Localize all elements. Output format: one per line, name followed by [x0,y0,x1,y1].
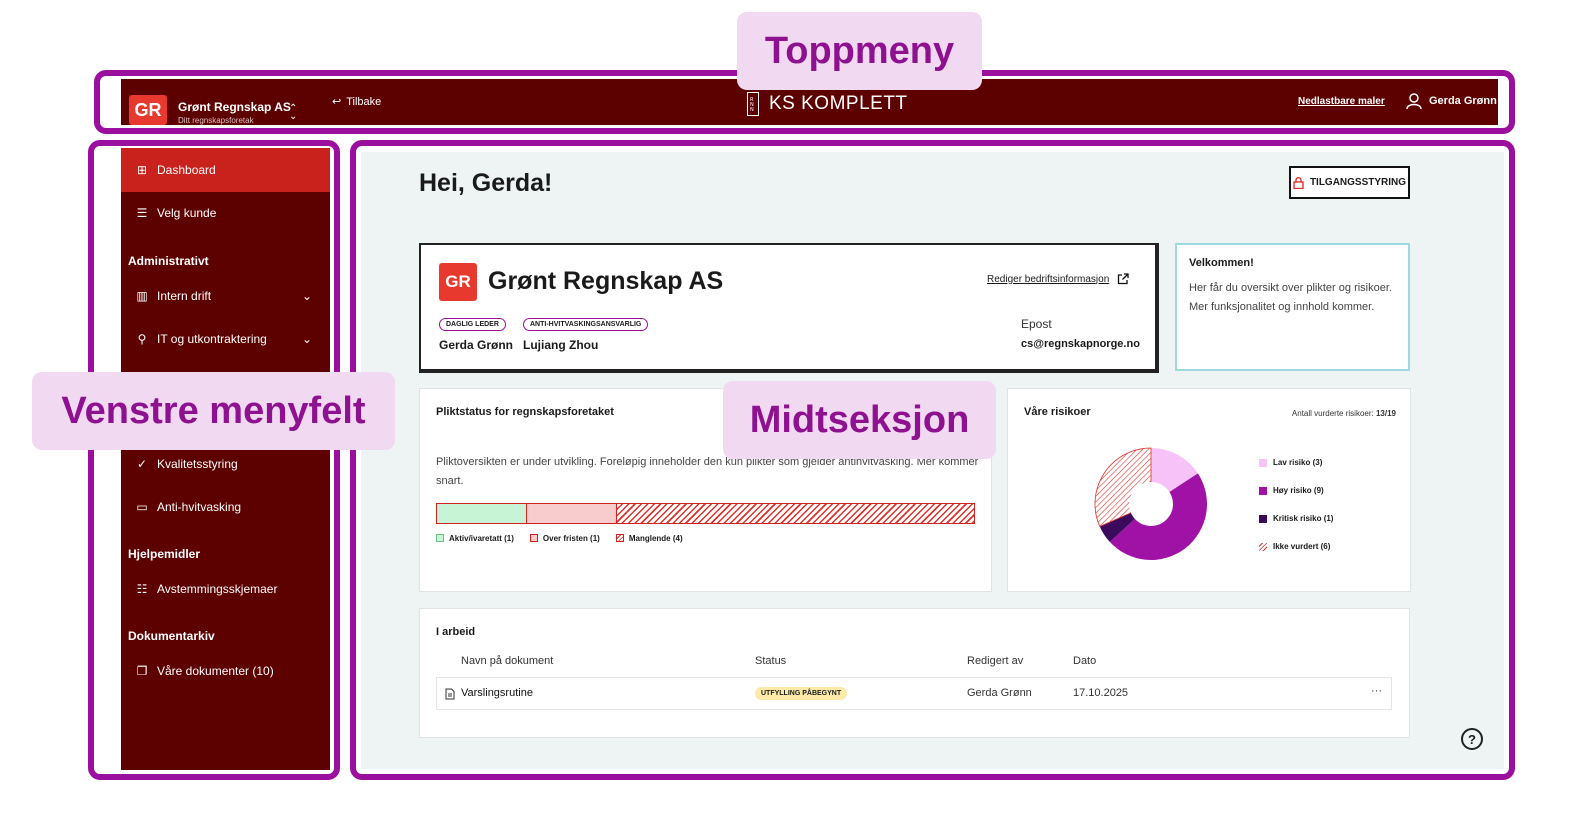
table-row[interactable]: Varslingsrutine UTFYLLING PÅBEGYNT Gerda… [436,677,1392,710]
legend-missing: Manglende (4) [615,534,683,543]
legend-critical-risk: Kritisk risiko (1) [1259,514,1333,523]
main-content: Hei, Gerda! TILGANGSSTYRING GR Grønt Reg… [361,152,1504,769]
callout-left-menu: Venstre menyfelt [32,372,395,450]
sidebar-item-label: Våre dokumenter (10) [157,664,274,678]
app-logo[interactable]: RNN KS KOMPLETT [747,92,908,116]
access-control-button[interactable]: TILGANGSSTYRING [1289,166,1410,199]
chevron-down-icon: ⌄ [301,289,312,303]
in-progress-card: I arbeid Navn på dokument Status Rediger… [419,608,1410,738]
chevron-up-down-icon[interactable]: ⌃ ⌄ [289,104,297,122]
checklist-icon: ☷ [136,582,148,596]
sidebar-item-reconciliation[interactable]: ☷ Avstemmingsskjemaer [121,567,330,611]
sidebar-item-dashboard[interactable]: ⊞ Dashboard [121,148,330,192]
banknote-icon: ▭ [136,500,148,514]
risk-title: Våre risikoer [1024,406,1091,418]
help-icon[interactable]: ? [1461,728,1483,750]
logo-mark-icon: RNN [747,92,759,116]
lock-icon [1293,176,1304,189]
status-badge: UTFYLLING PÅBEGYNT [755,687,848,700]
document-name[interactable]: Varslingsrutine [461,687,533,699]
person-name: Lujiang Zhou [523,338,599,352]
email-label: Epost [1021,317,1052,331]
column-header-name: Navn på dokument [461,655,554,667]
edit-company-label: Rediger bedriftsinformasjon [987,273,1110,285]
sidebar-item-choose-client[interactable]: ☰ Velg kunde [121,191,330,235]
welcome-body: Her får du oversikt over plikter og risi… [1189,282,1392,313]
sidebar-item-label: IT og utkontraktering [157,332,267,346]
callout-top-menu: Toppmeny [737,12,982,90]
user-name: Gerda Grønn [1429,95,1497,107]
back-button[interactable]: ↩ Tilbake [332,95,382,109]
user-menu[interactable]: Gerda Grønn [1405,92,1497,110]
org-badge: GR [129,95,167,125]
bar-segment-missing[interactable] [617,504,974,523]
column-header-status: Status [755,655,787,667]
company-badge: GR [439,263,477,301]
check-badge-icon: ✓ [136,457,148,471]
sidebar-item-internal[interactable]: ▥ Intern drift ⌄ [121,274,330,318]
building-icon: ▥ [136,289,148,303]
company-card: GR Grønt Regnskap AS Rediger bedriftsinf… [419,243,1159,373]
network-icon: ⚲ [137,332,147,346]
email-value: cs@regnskapnorge.no [1021,338,1140,350]
org-subtitle: Ditt regnskapsforetak [178,116,254,125]
sidebar-item-label: Dashboard [157,163,216,177]
external-link-icon [1118,273,1129,285]
grid-icon: ⊞ [136,163,148,177]
return-arrow-icon: ↩ [332,96,342,108]
risk-card: Våre risikoer Antall vurderte risikoer: … [1007,388,1411,592]
duty-legend: Aktiv/ivaretatt (1) Over fristen (1) Man… [436,534,683,543]
callout-middle-section: Midtseksjon [723,381,996,459]
legend-active: Aktiv/ivaretatt (1) [436,534,514,543]
person-name: Gerda Grønn [439,338,514,352]
sidebar-section-admin: Administrativt [128,254,209,268]
edit-date: 17.10.2025 [1073,687,1129,699]
access-control-label: TILGANGSSTYRING [1309,177,1407,188]
bar-segment-overdue[interactable] [527,504,617,523]
edit-company-link[interactable]: Rediger bedriftsinformasjon [987,273,1129,285]
column-header-date: Dato [1073,655,1097,667]
legend-unassessed: Ikke vurdert (6) [1259,542,1330,551]
editor-name: Gerda Grønn [967,687,1032,699]
page-title: Hei, Gerda! [419,169,553,197]
sidebar-item-documents[interactable]: ❐ Våre dokumenter (10) [121,649,330,693]
sidebar-item-label: Kvalitetsstyring [157,457,238,471]
logo-text: KS KOMPLETT [769,93,908,114]
legend-overdue: Over fristen (1) [529,534,600,543]
templates-link[interactable]: Nedlastbare maler [1298,96,1385,107]
bar-segment-active[interactable] [437,504,527,523]
legend-low-risk: Lav risiko (3) [1259,458,1322,467]
risk-donut-chart [1094,447,1207,560]
column-header-editor: Redigert av [967,655,1024,667]
role-badge: DAGLIG LEDER [439,318,506,331]
sidebar-item-label: Anti-hvitvasking [157,500,242,514]
sidebar-item-aml[interactable]: ▭ Anti-hvitvasking [121,485,330,529]
sidebar-item-label: Velg kunde [157,206,217,220]
welcome-title: Velkommen! [1189,257,1254,269]
sidebar-item-label: Intern drift [157,289,212,303]
documents-icon: ❐ [136,664,148,678]
sidebar-item-it[interactable]: ⚲ IT og utkontraktering ⌄ [121,317,330,361]
user-list-icon: ☰ [136,206,148,220]
chevron-down-icon: ⌄ [301,332,312,346]
duty-title: Pliktstatus for regnskapsforetaket [436,406,614,418]
duty-status-bar [436,503,975,524]
svg-text:N: N [750,107,754,113]
sidebar-item-label: Avstemmingsskjemaer [157,582,278,596]
document-icon [445,688,455,700]
back-label: Tilbake [346,95,382,108]
org-name[interactable]: Grønt Regnskap AS [178,100,291,114]
risk-count: Antall vurderte risikoer: 13/19 [1291,409,1396,418]
sidebar-section-tools: Hjelpemidler [128,547,201,561]
sidebar: ⊞ Dashboard ☰ Velg kunde Administrativt … [121,148,330,770]
legend-high-risk: Høy risiko (9) [1259,486,1324,495]
row-menu-icon[interactable]: ··· [1371,685,1382,697]
company-name: Grønt Regnskap AS [488,267,724,295]
work-title: I arbeid [436,626,476,638]
role-badge: ANTI-HVITVASKINGSANSVARLIG [523,318,649,331]
sidebar-section-archive: Dokumentarkiv [128,629,215,643]
user-icon [1406,93,1422,110]
welcome-card: Velkommen! Her får du oversikt over plik… [1175,243,1410,371]
